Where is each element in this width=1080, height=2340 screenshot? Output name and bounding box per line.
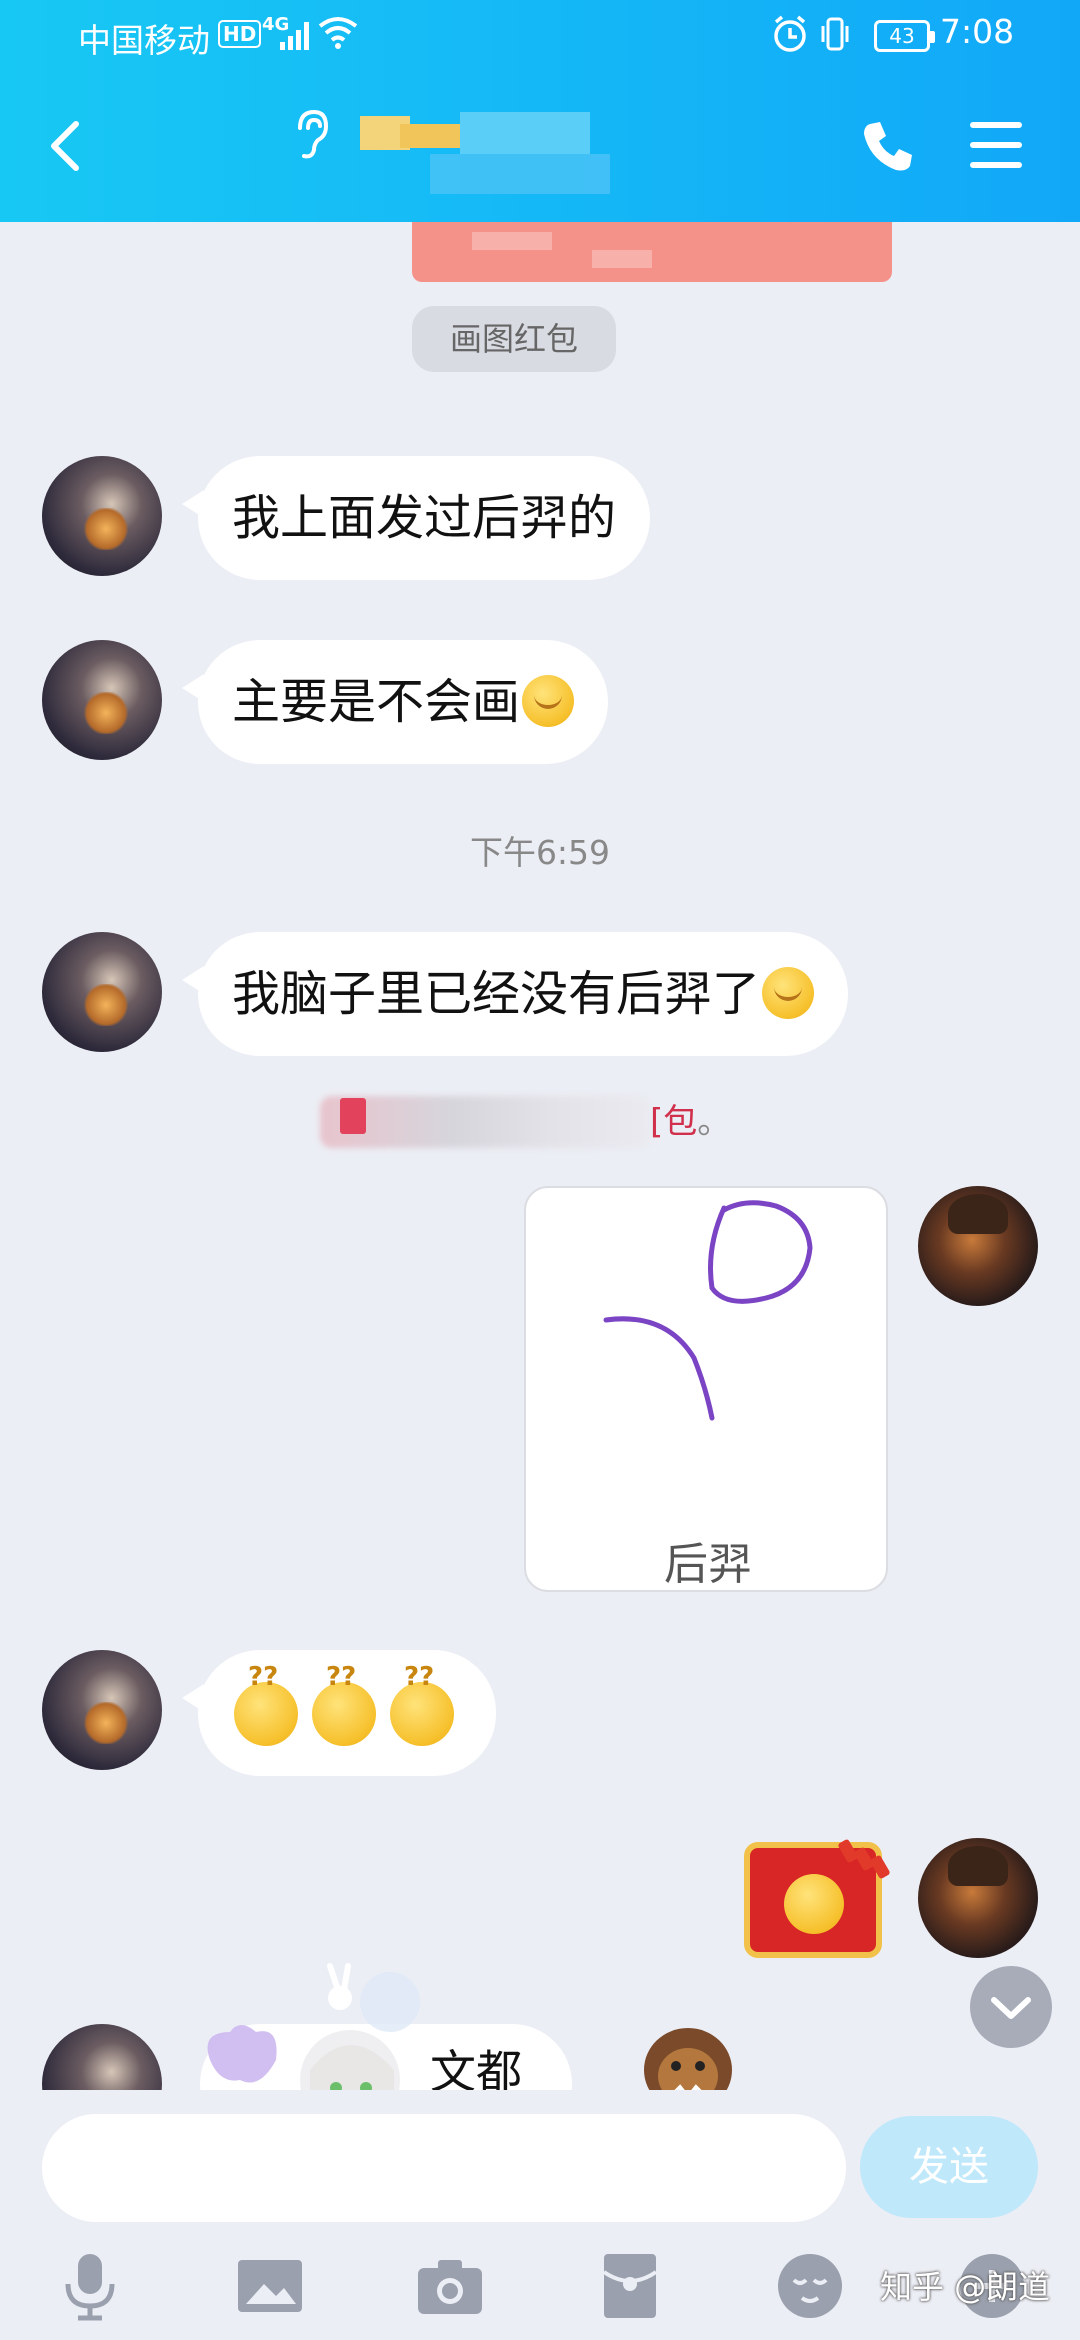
notice-dot: 。: [697, 1102, 732, 1142]
contact-name-blurred: [360, 108, 640, 198]
chat-header: 中国移动 HD 4G 43 7:08: [0, 0, 1080, 222]
chevron-left-icon[interactable]: [46, 118, 86, 174]
thinking-emoji-icon: ??: [234, 1662, 298, 1746]
notice-tail: [包: [650, 1102, 698, 1142]
status-time: 7:08: [940, 12, 1015, 51]
red-packet-card-partial[interactable]: [412, 222, 892, 282]
avatar[interactable]: [42, 1650, 162, 1770]
message-bubble[interactable]: 主要是不会画: [181, 640, 609, 764]
emoji-icon[interactable]: [774, 2250, 846, 2322]
red-packet-icon[interactable]: [594, 2250, 666, 2322]
alarm-icon: [774, 15, 806, 52]
avatar[interactable]: [918, 1186, 1038, 1306]
camera-icon[interactable]: [414, 2250, 486, 2322]
status-bar: 中国移动 HD 4G 43 7:08: [0, 0, 1080, 72]
send-button[interactable]: 发送: [860, 2116, 1038, 2218]
vibrate-icon: [821, 17, 849, 51]
avatar[interactable]: [918, 1838, 1038, 1958]
message-text: 主要是不会画: [232, 674, 521, 730]
phone-icon[interactable]: [860, 118, 916, 174]
message-bubble[interactable]: 我脑子里已经没有后羿了: [181, 932, 849, 1056]
notice-blurred: [320, 1096, 650, 1148]
chevron-down-icon: [991, 1997, 1031, 2019]
wifi-icon: [318, 17, 358, 49]
drawing-label: 后羿: [664, 1539, 752, 1590]
avatar[interactable]: [42, 456, 162, 576]
emoji-message-bubble[interactable]: ?? ?? ??: [182, 1650, 496, 1776]
avatar[interactable]: [42, 932, 162, 1052]
image-icon[interactable]: [234, 2250, 306, 2322]
drawing-strokes: [603, 1200, 813, 1421]
scroll-down-button[interactable]: [970, 1966, 1052, 2048]
message-input[interactable]: [42, 2114, 846, 2222]
ear-icon[interactable]: [290, 108, 330, 160]
avatar[interactable]: [42, 640, 162, 760]
carrier-name: 中国移动: [78, 21, 210, 60]
microphone-icon[interactable]: [54, 2250, 126, 2322]
watermark: 知乎 @朗道: [880, 2268, 1051, 2306]
firecracker-icon: [838, 1839, 890, 1879]
message-text: 我脑子里已经没有后羿了: [232, 966, 761, 1022]
system-tag: 画图红包: [412, 306, 616, 372]
hd-badge: HD: [218, 20, 262, 48]
battery-icon: 43: [874, 20, 935, 52]
thinking-emoji-icon: ??: [390, 1662, 454, 1746]
red-packet-icon: [340, 1098, 366, 1134]
signal-icon: [280, 22, 310, 50]
menu-icon[interactable]: [970, 120, 1022, 170]
drawing-card[interactable]: 后羿: [524, 1186, 888, 1592]
emoji-icon: [522, 675, 575, 727]
message-bubble[interactable]: 我上面发过后羿的: [181, 456, 651, 580]
emoji-icon: [762, 967, 815, 1019]
timestamp: 下午6:59: [469, 833, 611, 872]
message-text: 我上面发过后羿的: [232, 490, 617, 546]
thinking-emoji-icon: ??: [312, 1662, 376, 1746]
